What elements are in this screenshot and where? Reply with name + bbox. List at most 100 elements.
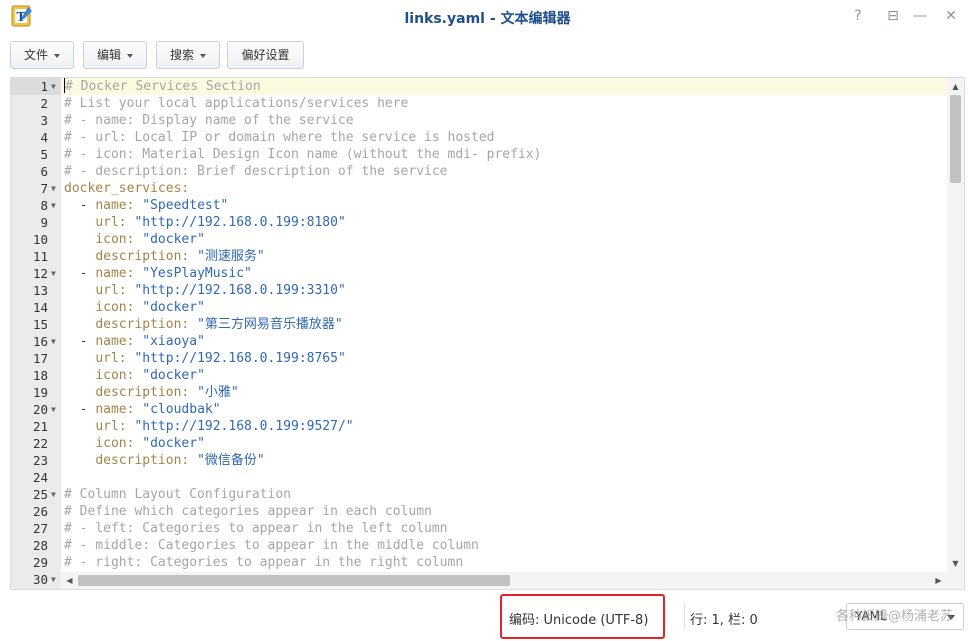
code-line[interactable]: 21 url: "http://192.168.0.199:9527/" bbox=[11, 418, 947, 435]
code-text: # - right: Categories to appear in the r… bbox=[64, 554, 463, 571]
close-icon[interactable]: ✕ bbox=[941, 6, 961, 26]
code-line[interactable]: 5 # - icon: Material Design Icon name (wi… bbox=[11, 146, 947, 163]
edit-menu-button[interactable]: 编辑 bbox=[83, 41, 147, 69]
code-token: name: bbox=[95, 334, 143, 349]
code-line[interactable]: 23 description: "微信备份" bbox=[11, 452, 947, 469]
line-number: 10 bbox=[32, 232, 48, 247]
code-line[interactable]: 15 description: "第三方网易音乐播放器" bbox=[11, 316, 947, 333]
code-line[interactable]: 17 url: "http://192.168.0.199:8765" bbox=[11, 350, 947, 367]
line-number: 20 bbox=[32, 402, 48, 417]
window-title: links.yaml - 文本编辑器 bbox=[404, 11, 571, 27]
code-lines[interactable]: 1 ▼ # Docker Services Section 2 # List your … bbox=[11, 78, 947, 588]
fold-arrow-icon[interactable]: ▼ bbox=[51, 486, 59, 503]
code-token: url: bbox=[95, 351, 135, 366]
code-token: # - middle: Categories to appear in the … bbox=[64, 538, 479, 553]
code-line[interactable]: 6 # - description: Brief description of t… bbox=[11, 163, 947, 180]
title-bar: T links.yaml - 文本编辑器 ? ⊟ — ✕ bbox=[0, 0, 975, 34]
code-line[interactable]: 12 ▼ - name: "YesPlayMusic" bbox=[11, 265, 947, 282]
code-text: url: "http://192.168.0.199:8180" bbox=[64, 214, 345, 231]
code-line[interactable]: 1 ▼ # Docker Services Section bbox=[11, 78, 947, 95]
line-number: 28 bbox=[32, 538, 48, 553]
code-line[interactable]: 9 url: "http://192.168.0.199:8180" bbox=[11, 214, 947, 231]
pin-icon[interactable]: ⊟ bbox=[883, 6, 903, 26]
horizontal-scroll-thumb[interactable] bbox=[78, 575, 510, 586]
code-token: url: bbox=[95, 283, 135, 298]
code-text: url: "http://192.168.0.199:8765" bbox=[64, 350, 345, 367]
horizontal-scrollbar[interactable]: ◀ ▶ bbox=[61, 572, 947, 589]
scroll-right-icon[interactable]: ▶ bbox=[930, 572, 947, 589]
code-token: docker_services: bbox=[64, 181, 190, 196]
fold-arrow-icon[interactable]: ▼ bbox=[51, 197, 59, 214]
code-token: "第三方网易音乐播放器" bbox=[197, 317, 343, 332]
code-line[interactable]: 18 icon: "docker" bbox=[11, 367, 947, 384]
code-line[interactable]: 8 ▼ - name: "Speedtest" bbox=[11, 197, 947, 214]
vertical-scrollbar[interactable]: ▲ ▼ bbox=[947, 78, 964, 572]
code-line[interactable]: 24 bbox=[11, 469, 947, 486]
fold-arrow-icon[interactable]: ▼ bbox=[51, 333, 59, 350]
scroll-up-icon[interactable]: ▲ bbox=[947, 78, 964, 95]
line-number: 15 bbox=[32, 317, 48, 332]
code-line[interactable]: 22 icon: "docker" bbox=[11, 435, 947, 452]
code-token: url: bbox=[95, 419, 135, 434]
line-number: 12 bbox=[32, 266, 48, 281]
code-line[interactable]: 20 ▼ - name: "cloudbak" bbox=[11, 401, 947, 418]
fold-arrow-icon[interactable]: ▼ bbox=[51, 571, 59, 588]
code-line[interactable]: 10 icon: "docker" bbox=[11, 231, 947, 248]
code-line[interactable]: 7 ▼ docker_services: bbox=[11, 180, 947, 197]
code-text: - name: "cloudbak" bbox=[64, 401, 221, 418]
code-token: "YesPlayMusic" bbox=[142, 266, 252, 281]
file-menu-button[interactable]: 文件 bbox=[10, 41, 74, 69]
code-text: - name: "Speedtest" bbox=[64, 197, 229, 214]
code-token: description: bbox=[95, 249, 198, 264]
code-line[interactable]: 4 # - url: Local IP or domain where the s… bbox=[11, 129, 947, 146]
fold-arrow-icon[interactable]: ▼ bbox=[51, 180, 59, 197]
code-token: - bbox=[64, 266, 96, 281]
code-line[interactable]: 11 description: "测速服务" bbox=[11, 248, 947, 265]
line-number: 22 bbox=[32, 436, 48, 451]
code-text: # List your local applications/services … bbox=[64, 95, 408, 112]
code-line[interactable]: 2 # List your local applications/services… bbox=[11, 95, 947, 112]
code-token: name: bbox=[95, 266, 143, 281]
code-line[interactable]: 27 # - left: Categories to appear in the … bbox=[11, 520, 947, 537]
code-text: # - left: Categories to appear in the le… bbox=[64, 520, 448, 537]
code-token: icon: bbox=[95, 436, 143, 451]
code-token: # - description: Brief description of th… bbox=[64, 164, 448, 179]
line-number: 6 bbox=[40, 164, 48, 179]
help-icon[interactable]: ? bbox=[848, 6, 868, 26]
code-line[interactable]: 14 icon: "docker" bbox=[11, 299, 947, 316]
line-number: 2 bbox=[40, 96, 48, 111]
preferences-button[interactable]: 偏好设置 bbox=[227, 41, 304, 69]
code-line[interactable]: 28 # - middle: Categories to appear in th… bbox=[11, 537, 947, 554]
code-line[interactable]: 3 # - name: Display name of the service bbox=[11, 112, 947, 129]
vertical-scroll-thumb[interactable] bbox=[950, 95, 961, 183]
code-token: "http://192.168.0.199:9527/" bbox=[134, 419, 354, 434]
line-number: 14 bbox=[32, 300, 48, 315]
minimize-icon[interactable]: — bbox=[910, 6, 930, 26]
code-text: # Column Layout Configuration bbox=[64, 486, 291, 503]
status-divider bbox=[684, 602, 685, 630]
scroll-left-icon[interactable]: ◀ bbox=[61, 572, 78, 589]
code-text: description: "微信备份" bbox=[64, 452, 264, 469]
code-line[interactable]: 16 ▼ - name: "xiaoya" bbox=[11, 333, 947, 350]
line-number: 27 bbox=[32, 521, 48, 536]
code-line[interactable]: 19 description: "小雅" bbox=[11, 384, 947, 401]
code-line[interactable]: 13 url: "http://192.168.0.199:3310" bbox=[11, 282, 947, 299]
code-token: description: bbox=[95, 317, 198, 332]
code-line[interactable]: 29 # - right: Categories to appear in the… bbox=[11, 554, 947, 571]
scroll-down-icon[interactable]: ▼ bbox=[947, 555, 964, 572]
code-token: # - right: Categories to appear in the r… bbox=[64, 555, 464, 570]
code-editor[interactable]: 1 ▼ # Docker Services Section 2 # List your … bbox=[10, 77, 965, 590]
line-number: 13 bbox=[32, 283, 48, 298]
line-number: 5 bbox=[40, 147, 48, 162]
code-token: "docker" bbox=[142, 436, 205, 451]
code-line[interactable]: 26 # Define which categories appear in ea… bbox=[11, 503, 947, 520]
code-token: url: bbox=[95, 215, 135, 230]
fold-arrow-icon[interactable]: ▼ bbox=[51, 401, 59, 418]
fold-arrow-icon[interactable]: ▼ bbox=[51, 265, 59, 282]
scrollbar-corner bbox=[947, 572, 964, 589]
fold-arrow-icon[interactable]: ▼ bbox=[51, 78, 59, 95]
search-menu-button[interactable]: 搜索 bbox=[156, 41, 220, 69]
code-line[interactable]: 25 ▼ # Column Layout Configuration bbox=[11, 486, 947, 503]
